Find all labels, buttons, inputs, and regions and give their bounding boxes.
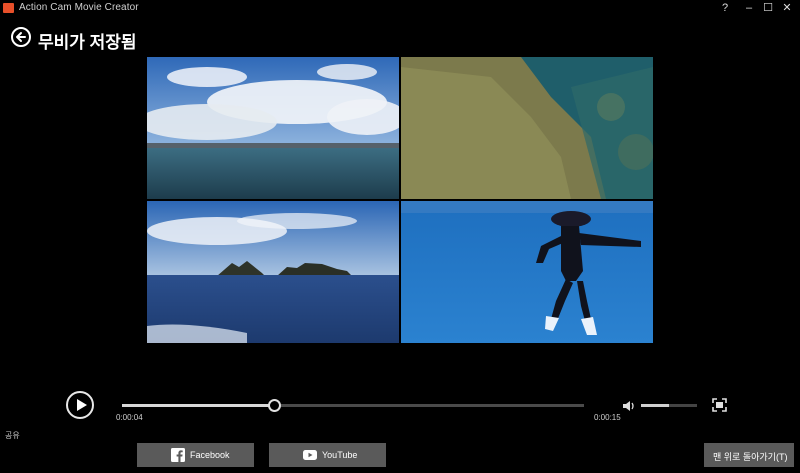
seek-bar[interactable] bbox=[122, 399, 584, 412]
video-clip-reef bbox=[401, 57, 653, 199]
youtube-button-label: YouTube bbox=[322, 450, 358, 460]
back-to-top-button[interactable]: 맨 위로 돌아가기(T) bbox=[704, 443, 794, 467]
facebook-button-label: Facebook bbox=[190, 450, 230, 460]
share-label: 공유 bbox=[5, 431, 20, 440]
volume-icon[interactable] bbox=[622, 399, 635, 417]
facebook-share-button[interactable]: Facebook bbox=[137, 443, 254, 467]
back-to-top-label: 맨 위로 돌아가기(T) bbox=[713, 452, 788, 462]
total-time: 0:00:15 bbox=[594, 413, 621, 422]
fullscreen-icon bbox=[712, 398, 727, 412]
help-button[interactable]: ? bbox=[716, 1, 734, 16]
app-logo-icon bbox=[3, 3, 14, 13]
maximize-button[interactable]: ☐ bbox=[759, 1, 777, 16]
seek-bar-handle[interactable] bbox=[268, 399, 282, 412]
seek-bar-progress bbox=[122, 404, 275, 407]
play-icon bbox=[77, 399, 87, 411]
youtube-icon bbox=[303, 448, 317, 462]
fullscreen-button[interactable] bbox=[712, 398, 727, 412]
title-bar: Action Cam Movie Creator ? – ☐ ✕ bbox=[0, 0, 800, 17]
page-header: 무비가 저장됨 bbox=[0, 18, 800, 60]
video-clip-sea-clouds bbox=[147, 57, 399, 199]
volume-level bbox=[641, 404, 669, 407]
volume-slider[interactable] bbox=[641, 404, 697, 407]
close-button[interactable]: ✕ bbox=[778, 1, 796, 16]
current-time: 0:00:04 bbox=[116, 413, 143, 422]
back-button[interactable] bbox=[11, 27, 31, 47]
page-title: 무비가 저장됨 bbox=[38, 33, 137, 52]
arrow-left-icon bbox=[16, 32, 26, 42]
app-title: Action Cam Movie Creator bbox=[19, 2, 139, 13]
minimize-button[interactable]: – bbox=[740, 1, 758, 16]
facebook-icon bbox=[171, 448, 185, 462]
play-button[interactable] bbox=[66, 391, 94, 419]
youtube-share-button[interactable]: YouTube bbox=[269, 443, 386, 467]
video-preview[interactable] bbox=[147, 57, 653, 343]
video-clip-islands bbox=[147, 201, 399, 343]
video-clip-swimmer bbox=[401, 201, 653, 343]
